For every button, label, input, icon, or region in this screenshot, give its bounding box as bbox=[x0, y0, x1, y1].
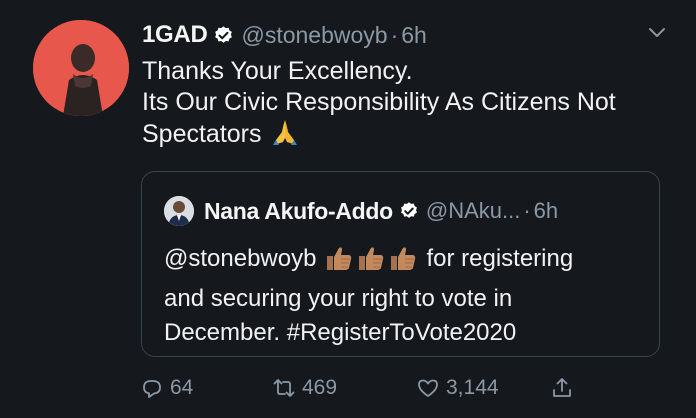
chevron-down-icon[interactable] bbox=[648, 26, 666, 40]
thumbs-up-icon bbox=[324, 244, 354, 272]
quoted-author-handle[interactable]: @NAku... bbox=[426, 198, 520, 224]
quoted-author-display-name[interactable]: Nana Akufo-Addo bbox=[204, 198, 393, 225]
quoted-header-separator: · bbox=[523, 198, 531, 223]
reply-count: 64 bbox=[170, 376, 194, 399]
tweet-text-segment: Spectators bbox=[142, 120, 262, 148]
tweet-text-line: Thanks Your Excellency. bbox=[142, 57, 413, 85]
quoted-text-line: December. #RegisterToVote2020 bbox=[164, 319, 517, 346]
header-separator: · bbox=[390, 21, 399, 48]
verified-badge-icon bbox=[399, 201, 419, 221]
tweet-text-line: Spectators bbox=[142, 118, 682, 150]
thumbs-up-icon bbox=[356, 244, 386, 272]
tweet-text: Thanks Your Excellency. Its Our Civic Re… bbox=[142, 56, 682, 150]
thumbs-group bbox=[324, 244, 420, 282]
folded-hands-icon bbox=[270, 118, 300, 146]
quoted-tweet-header: Nana Akufo-Addo @NAku... · 6h bbox=[164, 196, 558, 226]
quoted-text-line: @stonebwoyb for registering bbox=[164, 242, 644, 282]
thumbs-up-icon bbox=[388, 244, 418, 272]
author-display-name[interactable]: 1GAD bbox=[142, 21, 208, 49]
share-button[interactable] bbox=[550, 372, 574, 404]
tweet-text-line: Its Our Civic Responsibility As Citizens… bbox=[142, 88, 616, 116]
verified-badge-icon bbox=[213, 25, 234, 46]
reply-button[interactable]: 64 bbox=[140, 372, 193, 404]
heart-icon bbox=[418, 379, 438, 397]
tweet-timestamp[interactable]: 6h bbox=[401, 22, 427, 49]
tweet-actions: 64 469 3,144 bbox=[140, 372, 590, 404]
quoted-author-avatar[interactable] bbox=[164, 196, 194, 226]
mention-link[interactable]: @stonebwoyb bbox=[164, 245, 316, 272]
share-icon bbox=[553, 378, 571, 397]
retweet-icon bbox=[273, 379, 295, 397]
tweet[interactable]: 1GAD @stonebwoyb · 6h Thanks Your Excell… bbox=[0, 0, 696, 418]
like-button[interactable]: 3,144 bbox=[416, 372, 499, 404]
quoted-tweet[interactable]: Nana Akufo-Addo @NAku... · 6h @stonebwoy… bbox=[141, 171, 660, 357]
like-count: 3,144 bbox=[446, 376, 499, 399]
quoted-text-line: and securing your right to vote in bbox=[164, 285, 513, 312]
reply-icon bbox=[143, 380, 161, 398]
avatar-image bbox=[33, 20, 129, 116]
retweet-count: 469 bbox=[302, 376, 338, 399]
author-handle[interactable]: @stonebwoyb bbox=[241, 22, 387, 49]
tweet-header: 1GAD @stonebwoyb · 6h bbox=[142, 20, 427, 50]
quoted-tweet-timestamp[interactable]: 6h bbox=[534, 198, 558, 224]
quoted-text-segment: for registering bbox=[426, 245, 574, 272]
author-avatar[interactable] bbox=[33, 20, 129, 116]
quoted-tweet-text: @stonebwoyb for registering and securing… bbox=[164, 242, 644, 350]
retweet-button[interactable]: 469 bbox=[272, 372, 337, 404]
